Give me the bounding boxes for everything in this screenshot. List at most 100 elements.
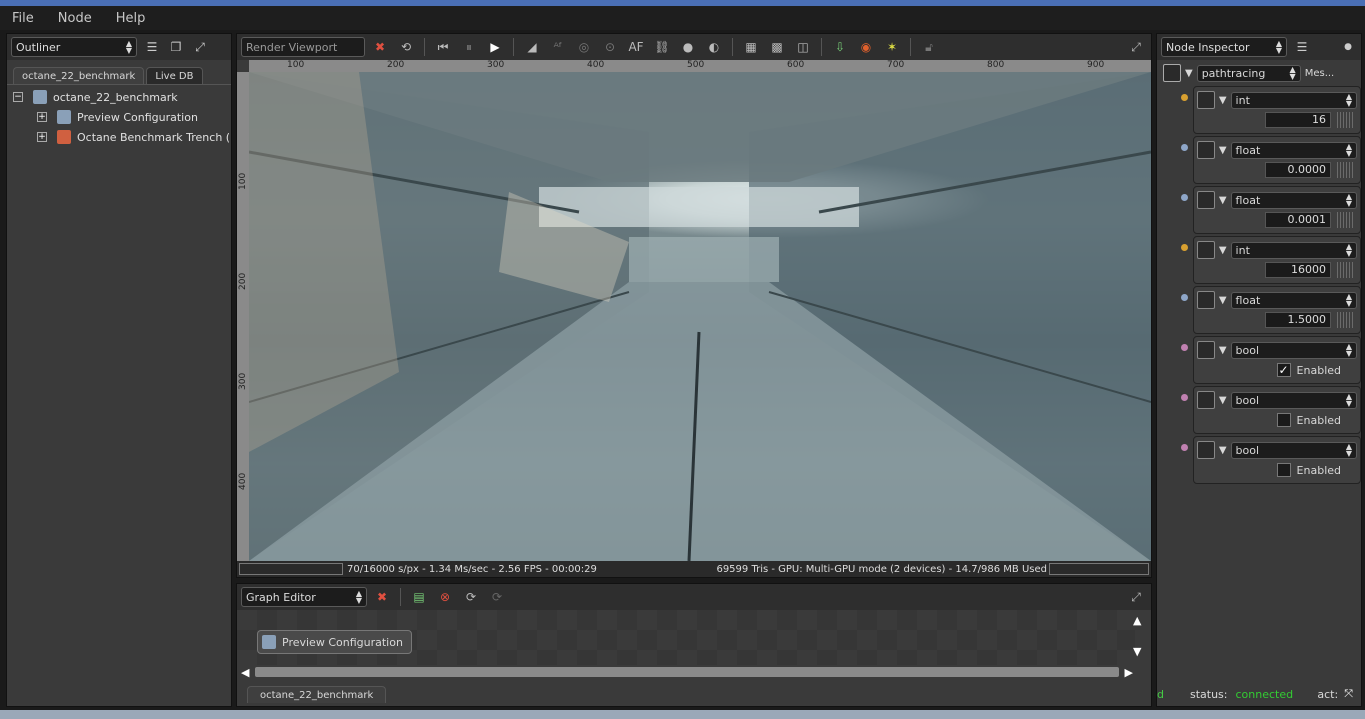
collapse-arrow-icon[interactable]: ▼ xyxy=(1219,95,1227,106)
region-icon[interactable]: ◢ xyxy=(521,37,543,57)
menu-help[interactable]: Help xyxy=(104,11,158,26)
maximize-icon[interactable]: ⤢ xyxy=(1125,37,1147,57)
render-image[interactable] xyxy=(249,72,1151,561)
stop-render-icon[interactable]: ✖ xyxy=(369,37,391,57)
play-icon[interactable]: ▶ xyxy=(484,37,506,57)
hscroll-track[interactable] xyxy=(255,667,1119,677)
pin-dot-icon[interactable] xyxy=(1181,344,1188,351)
maximize-icon[interactable]: ⤢ xyxy=(191,38,209,56)
enabled-checkbox[interactable] xyxy=(1276,463,1291,477)
outliner-dropdown[interactable]: Outliner ▲ ▼ xyxy=(11,37,137,57)
link-icon[interactable]: ⛓ xyxy=(651,37,673,57)
slider-icon[interactable] xyxy=(1337,162,1355,178)
graph-vscroll[interactable]: ▲ ▼ xyxy=(1133,614,1145,658)
pause-icon[interactable]: ⏸ xyxy=(458,37,480,57)
color-icon[interactable]: ◉ xyxy=(855,37,877,57)
graph-node[interactable]: Preview Configuration xyxy=(257,630,412,654)
scroll-up-icon[interactable]: ▲ xyxy=(1133,614,1145,627)
float-node-icon xyxy=(1196,191,1215,209)
scroll-down-icon[interactable]: ▼ xyxy=(1133,645,1145,658)
tree-item-preview-configuration[interactable]: + Preview Configuration xyxy=(13,107,231,127)
collapse-arrow-icon[interactable]: ▼ xyxy=(1219,295,1227,306)
slot-type-select[interactable]: float ▲ ▼ xyxy=(1230,291,1357,309)
slot-type-select[interactable]: int ▲ ▼ xyxy=(1230,241,1357,259)
value-field[interactable]: 0.0000 xyxy=(1265,162,1331,178)
grid-icon[interactable]: ▦ xyxy=(740,37,762,57)
material-picker-icon[interactable]: ⊙ xyxy=(599,37,621,57)
disabled-tool-icon[interactable]: ⟳ xyxy=(486,587,508,607)
slot-type-select[interactable]: bool ▲ ▼ xyxy=(1230,391,1357,409)
light-icon[interactable]: ✶ xyxy=(881,37,903,57)
value-field[interactable]: 1.5000 xyxy=(1265,312,1331,328)
slider-icon[interactable] xyxy=(1337,112,1355,128)
pin-dot-icon[interactable] xyxy=(1181,444,1188,451)
slot-type-select[interactable]: bool ▲ ▼ xyxy=(1230,341,1357,359)
kernel-select[interactable]: pathtracing ▲ ▼ xyxy=(1196,64,1301,82)
collapse-toggle-icon[interactable]: − xyxy=(13,92,23,102)
viewport-canvas[interactable]: 100 200 300 400 500 600 700 800 900 100 … xyxy=(237,60,1151,577)
collapse-arrow-icon[interactable]: ▼ xyxy=(1219,195,1227,206)
expand-toggle-icon[interactable]: + xyxy=(37,112,47,122)
slider-icon[interactable] xyxy=(1337,312,1355,328)
slider-icon[interactable] xyxy=(1337,212,1355,228)
menu-node[interactable]: Node xyxy=(46,11,104,26)
collapse-icon[interactable]: ☰ xyxy=(143,38,161,56)
pin-dot-icon[interactable] xyxy=(1181,244,1188,251)
graph-canvas[interactable]: Preview Configuration xyxy=(237,610,1135,665)
lock-icon[interactable]: 🔓︎ xyxy=(918,37,940,57)
scroll-right-icon[interactable]: ▶ xyxy=(1125,666,1133,679)
focus-picker-icon[interactable]: ᴬᶠ xyxy=(547,37,569,57)
load-icon[interactable]: ▤ xyxy=(408,587,430,607)
close-icon[interactable]: ● xyxy=(1339,38,1357,56)
collapse-arrow-icon[interactable]: ▼ xyxy=(1219,445,1227,456)
autofocus-icon[interactable]: AF xyxy=(625,37,647,57)
tab-live-db[interactable]: Live DB xyxy=(146,67,203,84)
collapse-arrow-icon[interactable]: ▼ xyxy=(1219,145,1227,156)
collapse-arrow-icon[interactable]: ▼ xyxy=(1185,68,1193,79)
tab-octane-benchmark[interactable]: octane_22_benchmark xyxy=(247,686,387,703)
restart-icon[interactable]: ⟲ xyxy=(395,37,417,57)
expand-toggle-icon[interactable]: + xyxy=(37,132,47,142)
export-icon[interactable]: ⇩ xyxy=(829,37,851,57)
graph-hscroll[interactable]: ◀ ▶ xyxy=(241,666,1133,679)
collapse-arrow-icon[interactable]: ▼ xyxy=(1219,345,1227,356)
enabled-checkbox[interactable]: ✓ xyxy=(1276,363,1291,377)
pin-dot-icon[interactable] xyxy=(1181,144,1188,151)
menu-file[interactable]: File xyxy=(0,11,46,26)
graph-editor-dropdown[interactable]: Graph Editor ▲ ▼ xyxy=(241,587,367,607)
delete-node-icon[interactable]: ⊗ xyxy=(434,587,456,607)
maximize-icon[interactable]: ⤢ xyxy=(1125,587,1147,607)
pin-dot-icon[interactable] xyxy=(1181,94,1188,101)
value-field[interactable]: 0.0001 xyxy=(1265,212,1331,228)
tree-root[interactable]: − octane_22_benchmark xyxy=(13,87,231,107)
stop-render-icon[interactable]: ✖ xyxy=(371,587,393,607)
tree-item-benchmark-trench[interactable]: + Octane Benchmark Trench (CLIC xyxy=(13,127,231,147)
sphere-icon[interactable]: ● xyxy=(677,37,699,57)
pin-dot-icon[interactable] xyxy=(1181,394,1188,401)
collapse-icon[interactable]: ☰ xyxy=(1293,38,1311,56)
inspector-dropdown[interactable]: Node Inspector ▲ ▼ xyxy=(1161,37,1287,57)
windows-icon[interactable]: ❐ xyxy=(167,38,185,56)
viewport-title-field[interactable]: Render Viewport xyxy=(241,37,365,57)
refresh-icon[interactable]: ⟳ xyxy=(460,587,482,607)
slot-type-select[interactable]: float ▲ ▼ xyxy=(1230,141,1357,159)
slider-icon[interactable] xyxy=(1337,262,1355,278)
tab-octane-benchmark[interactable]: octane_22_benchmark xyxy=(13,67,145,84)
value-field[interactable]: 16 xyxy=(1265,112,1331,128)
collapse-arrow-icon[interactable]: ▼ xyxy=(1219,395,1227,406)
slot-type-select[interactable]: bool ▲ ▼ xyxy=(1230,441,1357,459)
collapse-arrow-icon[interactable]: ▼ xyxy=(1219,245,1227,256)
value-field[interactable]: 16000 xyxy=(1265,262,1331,278)
scroll-left-icon[interactable]: ◀ xyxy=(241,666,249,679)
slot-type-select[interactable]: int ▲ ▼ xyxy=(1230,91,1357,109)
checker-icon[interactable]: ▩ xyxy=(766,37,788,57)
pin-dot-icon[interactable] xyxy=(1181,194,1188,201)
slot-type: int xyxy=(1235,243,1250,257)
pin-dot-icon[interactable] xyxy=(1181,294,1188,301)
white-balance-icon[interactable]: ◎ xyxy=(573,37,595,57)
slot-type-select[interactable]: float ▲ ▼ xyxy=(1230,191,1357,209)
window-icon[interactable]: ◫ xyxy=(792,37,814,57)
rewind-icon[interactable]: ⏮ xyxy=(432,37,454,57)
enabled-checkbox[interactable] xyxy=(1276,413,1291,427)
sphere-alt-icon[interactable]: ◐ xyxy=(703,37,725,57)
